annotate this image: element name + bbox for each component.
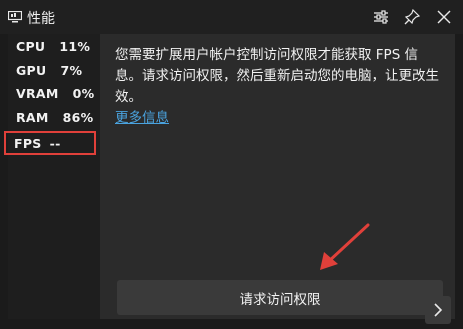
metric-label: RAM — [16, 109, 49, 125]
performance-monitor-icon — [8, 11, 22, 23]
close-button[interactable] — [433, 6, 455, 28]
sliders-icon — [374, 10, 388, 24]
annotation-arrow-icon — [320, 223, 370, 270]
pin-button[interactable] — [401, 6, 423, 28]
metric-vram[interactable]: VRAM 0% — [8, 83, 94, 103]
more-info-link[interactable]: 更多信息 — [115, 106, 169, 126]
metric-gpu[interactable]: GPU 7% — [8, 60, 88, 80]
request-access-button[interactable]: 请求访问权限 — [117, 280, 443, 315]
metric-label: CPU — [16, 38, 46, 54]
metric-value: -- — [49, 135, 61, 151]
chevron-right-icon — [434, 303, 443, 317]
next-button[interactable] — [425, 296, 451, 324]
metric-label: FPS — [14, 135, 42, 151]
metric-value: 7% — [60, 62, 83, 78]
metric-label: VRAM — [16, 85, 59, 101]
access-message: 您需要扩展用户帐户控制访问权限才能获取 FPS 信息。请求访问权限，然后重新启动… — [115, 47, 439, 105]
metric-cpu[interactable]: CPU 11% — [8, 36, 91, 56]
metric-ram[interactable]: RAM 86% — [8, 107, 93, 127]
metric-value: 11% — [59, 38, 91, 54]
metric-value: 0% — [72, 85, 95, 101]
metric-label: GPU — [16, 62, 47, 78]
window-title: 性能 — [27, 11, 55, 27]
close-icon — [437, 10, 451, 24]
pin-icon — [404, 9, 420, 25]
title-bar: 性能 — [0, 0, 463, 34]
settings-button[interactable] — [370, 6, 392, 28]
metric-value: 86% — [62, 109, 94, 125]
metric-fps[interactable]: FPS -- — [4, 131, 96, 155]
